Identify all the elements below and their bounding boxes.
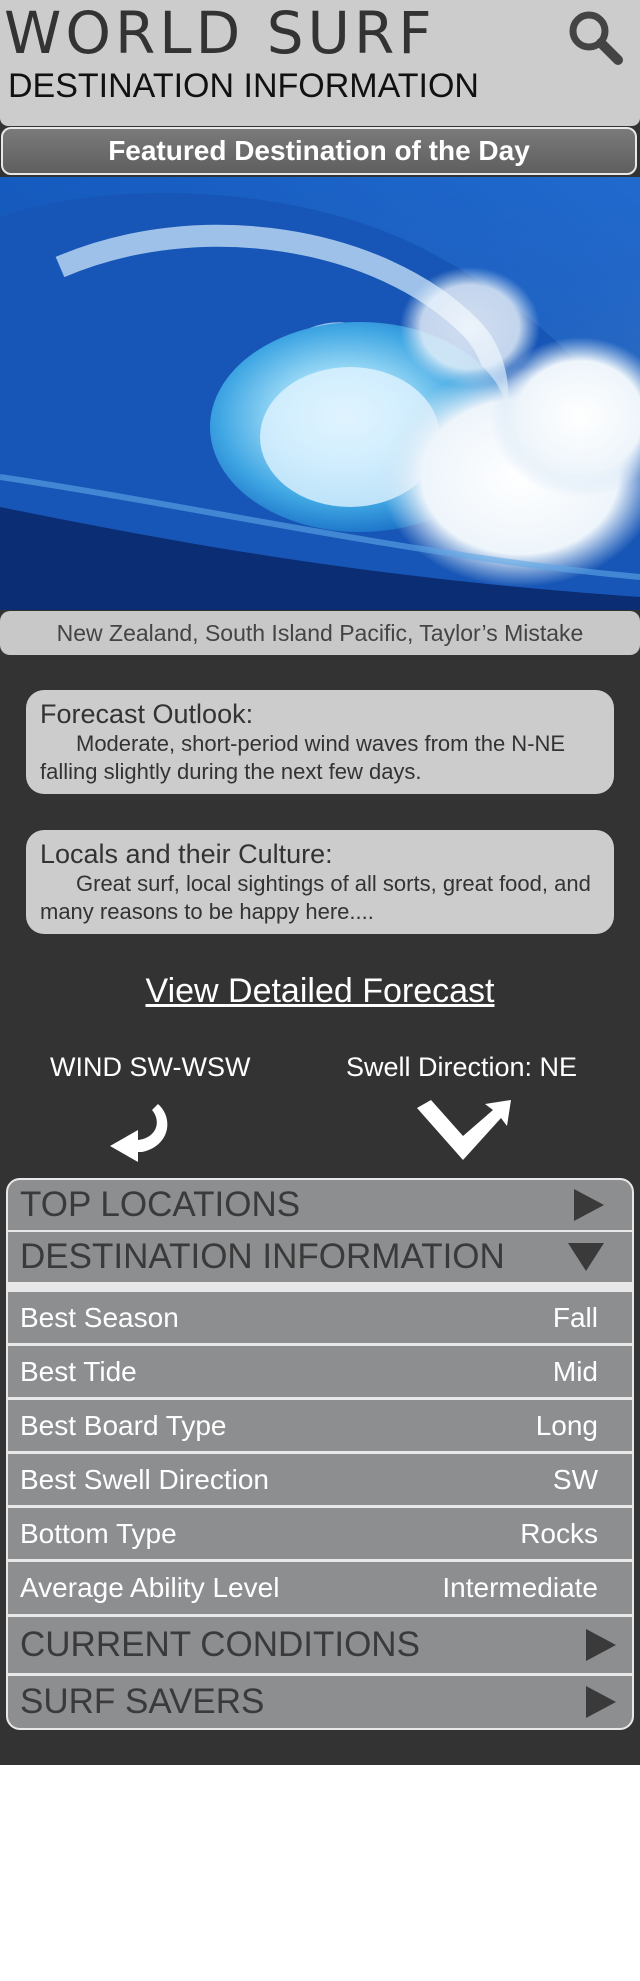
locals-culture-card: Locals and their Culture: Great surf, lo…: [26, 830, 614, 934]
wind-direction-label: WIND SW-WSW: [50, 1052, 251, 1082]
detail-row: Best Tide Mid: [8, 1346, 632, 1397]
detail-row: Bottom Type Rocks: [8, 1508, 632, 1559]
detail-label: Best Swell Direction: [20, 1463, 269, 1495]
app-screen: WORLD SURF DESTINATION INFORMATION Featu…: [0, 0, 640, 1765]
forecast-outlook-title: Forecast Outlook:: [40, 699, 254, 729]
hero-wave-image[interactable]: [0, 177, 640, 610]
view-detailed-forecast-link[interactable]: View Detailed Forecast: [0, 972, 640, 1011]
expand-arrow-icon: [586, 1629, 616, 1661]
detail-row: Average Ability Level Intermediate: [8, 1562, 632, 1614]
detail-label: Bottom Type: [20, 1517, 177, 1549]
detail-row: Best Season Fall: [8, 1292, 632, 1343]
info-accordion: TOP LOCATIONS DESTINATION INFORMATION Be…: [6, 1178, 634, 1730]
locals-culture-title: Locals and their Culture:: [40, 839, 333, 869]
surf-savers-header[interactable]: SURF SAVERS: [8, 1676, 632, 1728]
destination-information-label: DESTINATION INFORMATION: [20, 1237, 505, 1276]
current-conditions-header[interactable]: CURRENT CONDITIONS: [8, 1617, 632, 1673]
detail-row: Best Board Type Long: [8, 1400, 632, 1451]
expand-arrow-icon: [586, 1686, 616, 1718]
detail-value: Rocks: [520, 1517, 598, 1549]
top-locations-header[interactable]: TOP LOCATIONS: [8, 1180, 632, 1230]
header: WORLD SURF DESTINATION INFORMATION: [0, 0, 640, 126]
detail-value: Intermediate: [442, 1572, 598, 1603]
detail-label: Best Tide: [20, 1355, 137, 1387]
top-locations-label: TOP LOCATIONS: [20, 1185, 301, 1224]
detail-value: SW: [552, 1463, 598, 1495]
surf-savers-label: SURF SAVERS: [20, 1682, 265, 1721]
chevron-arrow-icon: [415, 1098, 515, 1164]
destination-caption: New Zealand, South Island Pacific, Taylo…: [0, 611, 640, 655]
detail-value: Mid: [552, 1355, 598, 1387]
detail-row: Best Swell Direction SW: [8, 1454, 632, 1505]
curved-arrow-icon: [100, 1098, 180, 1164]
expand-arrow-icon: [574, 1189, 604, 1221]
featured-heading: Featured Destination of the Day: [1, 127, 637, 175]
page-subtitle: DESTINATION INFORMATION: [8, 67, 479, 105]
detail-value: Long: [535, 1409, 598, 1441]
detail-label: Best Board Type: [20, 1409, 227, 1441]
collapse-arrow-icon: [568, 1243, 604, 1271]
forecast-outlook-text: Moderate, short-period wind waves from t…: [40, 731, 566, 784]
search-icon[interactable]: [566, 8, 626, 68]
detail-value: Fall: [552, 1301, 598, 1333]
destination-information-header[interactable]: DESTINATION INFORMATION: [8, 1232, 632, 1282]
brand-title: WORLD SURF: [4, 0, 436, 67]
forecast-outlook-card: Forecast Outlook: Moderate, short-period…: [26, 690, 614, 794]
detail-label: Best Season: [20, 1301, 179, 1333]
detail-label: Average Ability Level: [20, 1572, 280, 1603]
current-conditions-label: CURRENT CONDITIONS: [20, 1625, 420, 1664]
locals-culture-text: Great surf, local sightings of all sorts…: [40, 871, 591, 924]
swell-direction-label: Swell Direction: NE: [346, 1052, 578, 1082]
